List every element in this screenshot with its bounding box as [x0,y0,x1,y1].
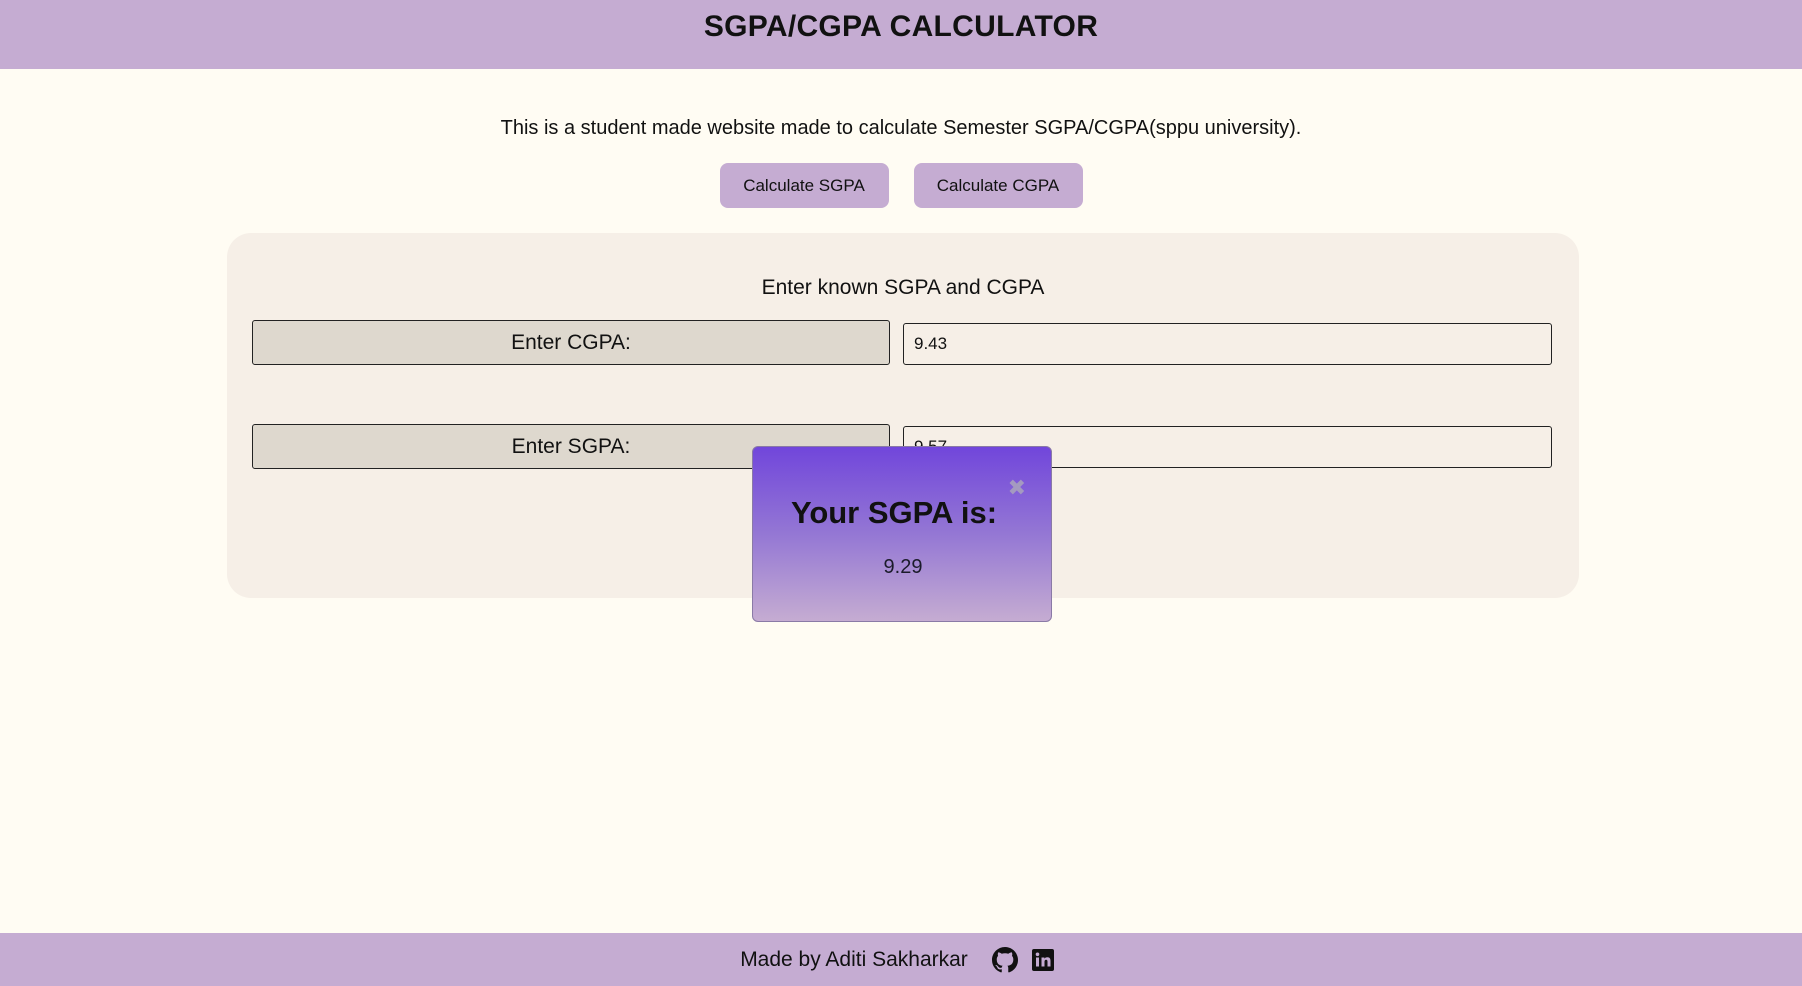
page-title: SGPA/CGPA CALCULATOR [703,9,1099,43]
footer-credit: Made by Aditi Sakharkar [740,947,968,971]
result-popup: ✖ Your SGPA is: 9.29 [752,446,1052,622]
popup-title: Your SGPA is: [790,495,998,530]
cgpa-input[interactable] [903,323,1552,365]
mode-buttons: Calculate SGPA Calculate CGPA [0,163,1802,208]
calculate-cgpa-button[interactable]: Calculate CGPA [913,163,1083,208]
cgpa-label: Enter CGPA: [252,320,890,365]
sgpa-result-value: 9.29 [883,556,923,578]
github-icon[interactable] [991,946,1019,974]
intro-text: This is a student made website made to c… [500,117,1302,139]
panel-title: Enter known SGPA and CGPA [761,276,1045,299]
site-header: SGPA/CGPA CALCULATOR [0,0,1802,69]
calculate-sgpa-button[interactable]: Calculate SGPA [719,163,889,208]
linkedin-icon[interactable] [1029,946,1057,974]
site-footer: Made by Aditi Sakharkar [0,933,1802,986]
